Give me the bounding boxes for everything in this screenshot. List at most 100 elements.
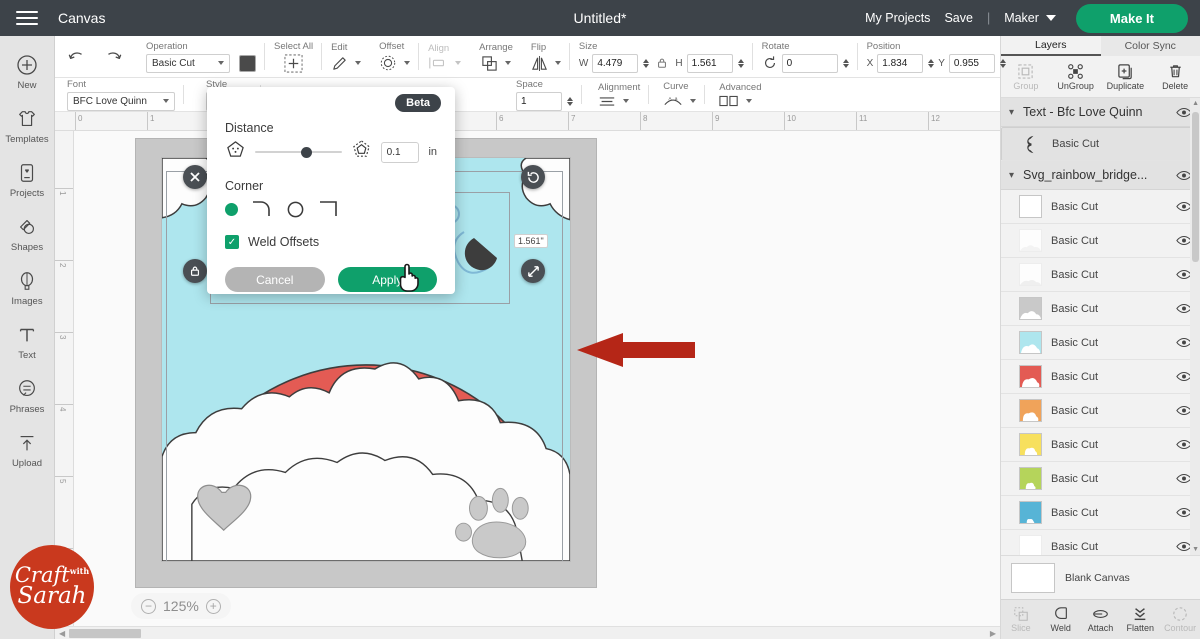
position-x-input[interactable]: 1.834: [877, 54, 923, 73]
chevron-down-icon[interactable]: [690, 99, 696, 103]
curve-icon[interactable]: Aa: [663, 94, 683, 108]
my-projects-link[interactable]: My Projects: [865, 11, 930, 25]
scroll-down-icon[interactable]: ▼: [1192, 546, 1199, 553]
table-row[interactable]: Basic Cut: [1001, 530, 1200, 555]
chevron-down-icon[interactable]: ▾: [1009, 170, 1023, 181]
table-row[interactable]: Basic Cut: [1001, 190, 1200, 224]
distance-input[interactable]: 0.1: [381, 142, 420, 163]
sidebar-item-shapes[interactable]: Shapes: [0, 208, 55, 262]
make-it-button[interactable]: Make It: [1076, 4, 1188, 33]
flatten-button[interactable]: Flatten: [1120, 606, 1160, 633]
alignment-icon[interactable]: [598, 95, 616, 108]
size-width-input[interactable]: 4.479: [592, 54, 638, 73]
distance-slider[interactable]: [255, 145, 342, 159]
scroll-up-icon[interactable]: ▲: [1192, 100, 1199, 107]
operation-select[interactable]: Basic Cut: [146, 54, 230, 73]
layers-scrollbar[interactable]: ▲ ▼: [1190, 98, 1200, 555]
zoom-in-icon[interactable]: +: [206, 599, 221, 614]
sidebar-item-projects[interactable]: Projects: [0, 154, 55, 208]
tab-layers[interactable]: Layers: [1001, 36, 1101, 56]
size-height-input[interactable]: 1.561: [687, 54, 733, 73]
rotate-handle[interactable]: [521, 165, 545, 189]
ungroup-button[interactable]: UnGroup: [1051, 63, 1101, 91]
slice-button[interactable]: Slice: [1001, 606, 1041, 633]
select-all-icon[interactable]: [284, 54, 303, 73]
size-width-stepper[interactable]: [643, 59, 649, 68]
corner-square-icon[interactable]: [318, 199, 340, 219]
delete-button[interactable]: Delete: [1150, 63, 1200, 91]
weld-offsets-checkbox[interactable]: ✓: [225, 235, 239, 249]
redo-icon[interactable]: [103, 49, 123, 65]
chevron-down-icon[interactable]: [355, 61, 361, 65]
cancel-button[interactable]: Cancel: [225, 267, 325, 292]
sidebar-item-text[interactable]: Text: [0, 316, 55, 370]
edit-pencil-icon[interactable]: [331, 55, 348, 72]
chevron-down-icon[interactable]: ▾: [1009, 107, 1023, 118]
position-x-stepper[interactable]: [928, 59, 934, 68]
arrange-icon[interactable]: [481, 55, 498, 72]
table-row[interactable]: Basic Cut: [1001, 127, 1200, 161]
rotate-stepper[interactable]: [843, 59, 849, 68]
table-row[interactable]: Basic Cut: [1001, 462, 1200, 496]
flip-icon[interactable]: [531, 55, 548, 72]
layer-group-text[interactable]: ▾ Text - Bfc Love Quinn: [1001, 98, 1200, 127]
sidebar-item-phrases[interactable]: Phrases: [0, 370, 55, 424]
position-y-input[interactable]: 0.955: [949, 54, 995, 73]
layer-list[interactable]: ▾ Text - Bfc Love Quinn Basic Cut ▾ Svg_…: [1001, 98, 1200, 555]
scroll-left-icon[interactable]: ◀: [55, 629, 69, 638]
apply-button[interactable]: Apply: [338, 267, 438, 292]
table-row[interactable]: Basic Cut: [1001, 394, 1200, 428]
chevron-down-icon[interactable]: [505, 61, 511, 65]
offset-icon[interactable]: [379, 54, 397, 72]
corner-circle-icon[interactable]: [286, 200, 305, 219]
font-select[interactable]: BFC Love Quinn: [67, 92, 175, 111]
lock-handle[interactable]: [183, 259, 207, 283]
sidebar-item-images[interactable]: Images: [0, 262, 55, 316]
blank-canvas-row[interactable]: Blank Canvas: [1001, 555, 1200, 599]
sidebar-item-upload[interactable]: Upload: [0, 424, 55, 478]
table-row[interactable]: Basic Cut: [1001, 360, 1200, 394]
scroll-right-icon[interactable]: ▶: [986, 629, 1000, 638]
scrollbar-thumb[interactable]: [69, 629, 141, 638]
advanced-icon[interactable]: [719, 95, 739, 107]
rotate-input[interactable]: 0: [782, 54, 838, 73]
table-row[interactable]: Basic Cut: [1001, 496, 1200, 530]
chevron-down-icon[interactable]: [746, 99, 752, 103]
canvas-label[interactable]: Canvas: [58, 10, 105, 26]
space-input[interactable]: 1: [516, 92, 562, 111]
weld-offsets-row[interactable]: ✓ Weld Offsets: [225, 235, 437, 249]
scrollbar-thumb[interactable]: [1192, 112, 1199, 262]
hamburger-menu-icon[interactable]: [16, 7, 38, 29]
sidebar-item-new[interactable]: New: [0, 46, 55, 100]
table-row[interactable]: Basic Cut: [1001, 428, 1200, 462]
chevron-down-icon[interactable]: [404, 61, 410, 65]
machine-selector[interactable]: Maker: [1004, 11, 1056, 25]
size-lock-toggle[interactable]: [656, 57, 668, 69]
rotate-icon[interactable]: [762, 55, 778, 71]
corner-rounded-radio[interactable]: [225, 203, 238, 216]
save-button[interactable]: Save: [944, 11, 973, 25]
resize-handle[interactable]: [521, 259, 545, 283]
corner-rounded-icon[interactable]: [251, 199, 273, 219]
distance-slider-knob[interactable]: [301, 147, 312, 158]
position-y-stepper[interactable]: [1000, 59, 1006, 68]
delete-handle[interactable]: [183, 165, 207, 189]
attach-button[interactable]: Attach: [1081, 606, 1121, 633]
zoom-out-icon[interactable]: −: [141, 599, 156, 614]
duplicate-button[interactable]: Duplicate: [1101, 63, 1151, 91]
canvas-horizontal-scrollbar[interactable]: ◀ ▶: [55, 626, 1000, 639]
table-row[interactable]: Basic Cut: [1001, 258, 1200, 292]
chevron-down-icon[interactable]: [623, 99, 629, 103]
table-row[interactable]: Basic Cut: [1001, 326, 1200, 360]
size-height-stepper[interactable]: [738, 59, 744, 68]
undo-icon[interactable]: [67, 49, 87, 65]
weld-button[interactable]: Weld: [1041, 606, 1081, 633]
table-row[interactable]: Basic Cut: [1001, 292, 1200, 326]
chevron-down-icon[interactable]: [555, 61, 561, 65]
contour-button[interactable]: Contour: [1160, 606, 1200, 633]
operation-color-swatch[interactable]: [239, 55, 256, 72]
layer-group-svg[interactable]: ▾ Svg_rainbow_bridge...: [1001, 161, 1200, 190]
tab-color-sync[interactable]: Color Sync: [1101, 36, 1200, 56]
table-row[interactable]: Basic Cut: [1001, 224, 1200, 258]
space-stepper[interactable]: [567, 97, 573, 106]
